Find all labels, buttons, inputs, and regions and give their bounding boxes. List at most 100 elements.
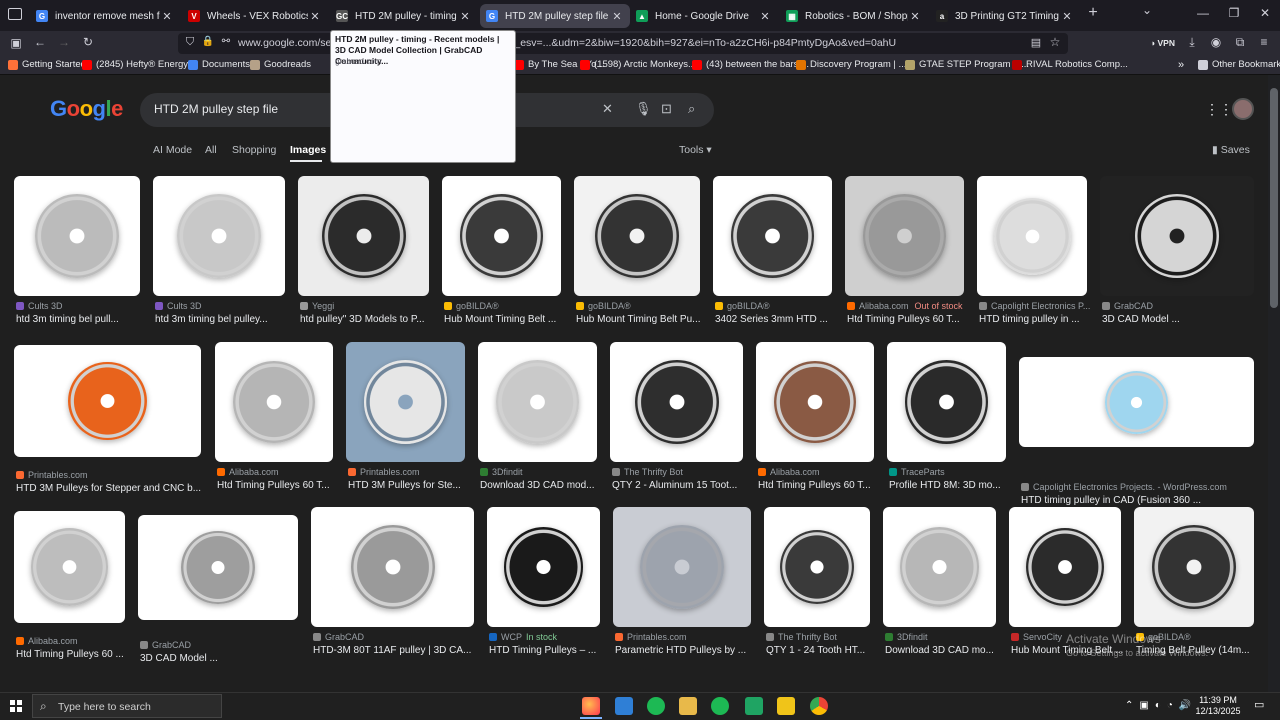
vscode-icon[interactable] [615,697,633,715]
result-source[interactable]: GrabCAD [1102,301,1153,311]
result-source[interactable]: GrabCAD [140,640,191,650]
tab-close-icon[interactable]: ✕ [908,10,922,23]
google-logo[interactable]: Google [50,96,123,122]
result-caption[interactable]: Htd Timing Pulleys 60 T... [847,314,970,325]
tab-all[interactable]: All [205,144,217,156]
avatar[interactable] [1232,98,1254,120]
image-result-12[interactable] [478,342,597,462]
result-caption[interactable]: 3D CAD Model ... [140,653,304,664]
menu-icon[interactable]: ≡ [1256,35,1272,49]
search-input[interactable]: HTD 2M pulley step file [154,102,278,116]
image-result-3[interactable] [442,176,561,296]
tab-close-icon[interactable]: ✕ [458,10,472,23]
clear-search-icon[interactable]: ✕ [602,101,613,117]
result-caption[interactable]: Parametric HTD Pulleys by ... [615,645,757,656]
result-caption[interactable]: htd 3m timing bel pull... [16,314,146,325]
result-source[interactable]: Cults 3D [16,301,63,311]
file-explorer-icon[interactable] [679,697,697,715]
taskbar-clock[interactable]: 11:39 PM 12/13/2025 [1190,695,1246,717]
result-caption[interactable]: HTD 3M Pulleys for Stepper and CNC b... [16,483,207,494]
bookmark-7[interactable]: Discovery Program | ... [796,59,906,70]
minimize-icon[interactable]: — [1193,6,1213,20]
image-result-4[interactable] [574,176,700,296]
bookmark-3[interactable]: Goodreads [250,59,311,70]
shield-icon[interactable]: ⛉ [182,36,198,49]
tab-overview-icon[interactable] [8,8,22,20]
result-caption[interactable]: QTY 2 - Aluminum 15 Toot... [612,480,749,491]
permissions-icon[interactable]: ⚯ [218,36,234,47]
scrollbar-thumb[interactable] [1270,88,1278,308]
result-caption[interactable]: Htd Timing Pulleys 60 ... [16,649,131,660]
image-result-2[interactable] [298,176,429,296]
vpn-button[interactable]: ◑ VPN [1150,38,1175,48]
image-result-24[interactable] [1009,507,1121,627]
result-source[interactable]: WCP In stock [489,632,557,642]
bookmark-star-icon[interactable]: ☆ [1047,35,1063,49]
result-source[interactable]: Yeggi [300,301,334,311]
sheets-icon[interactable] [745,697,763,715]
result-source[interactable]: Printables.com [615,632,687,642]
image-result-13[interactable] [610,342,743,462]
result-caption[interactable]: HTD Timing Pulleys – ... [489,645,606,656]
result-caption[interactable]: HTD-3M 80T 11AF pulley | 3D CA... [313,645,480,656]
reload-icon[interactable]: ↻ [80,35,96,49]
bookmark-5[interactable]: (1598) Arctic Monkeys... [580,59,696,70]
result-source[interactable]: GrabCAD [313,632,364,642]
sticky-notes-icon[interactable] [777,697,795,715]
result-caption[interactable]: Profile HTD 8M: 3D mo... [889,480,1012,491]
result-source[interactable]: goBILDA® [715,301,770,311]
start-icon[interactable] [10,700,22,712]
image-result-21[interactable] [613,507,751,627]
result-caption[interactable]: Htd Timing Pulleys 60 T... [217,480,339,491]
image-result-25[interactable] [1134,507,1254,627]
image-result-6[interactable] [845,176,964,296]
tab-6[interactable]: a 3D Printing GT2 Timing Belt, Ze✕ [930,4,1080,28]
tab-close-icon[interactable]: ✕ [610,10,624,23]
image-result-17[interactable] [14,511,125,623]
result-source[interactable]: Capolight Electronics P... [979,301,1090,311]
downloads-icon[interactable]: ⤓ [1184,35,1200,50]
bookmark-6[interactable]: (43) between the bars ... [692,59,809,70]
lock-icon[interactable]: 🔒 [200,36,216,47]
tools-button[interactable]: Tools ▾ [679,144,712,156]
close-window-icon[interactable]: ✕ [1255,6,1275,20]
result-caption[interactable]: 3D CAD Model ... [1102,314,1260,325]
result-source[interactable]: The Thrifty Bot [766,632,837,642]
saves-button[interactable]: ▮ Saves [1212,144,1250,156]
apps-grid-icon[interactable]: ⋮⋮ [1205,101,1233,118]
image-result-20[interactable] [487,507,600,627]
tab-list-icon[interactable]: ⌄ [1137,3,1157,17]
image-result-9[interactable] [14,345,201,457]
result-caption[interactable]: Hub Mount Timing Belt Pu... [576,314,706,325]
tab-close-icon[interactable]: ✕ [160,10,174,23]
chrome-icon[interactable] [810,697,828,715]
image-result-15[interactable] [887,342,1006,462]
tab-5[interactable]: ▦ Robotics - BOM / Shopping - G✕ [780,4,928,28]
tab-ai-mode[interactable]: AI Mode [153,144,192,156]
image-result-23[interactable] [883,507,996,627]
result-caption[interactable]: Htd Timing Pulleys 60 T... [758,480,880,491]
result-source[interactable]: Printables.com [16,470,88,480]
other-bookmarks[interactable]: Other Bookmarks [1198,59,1280,70]
bookmarks-overflow-icon[interactable]: » [1178,59,1184,71]
image-search-icon[interactable]: ⊡ [661,101,672,117]
taskbar-search-input[interactable]: Type here to search [58,701,151,713]
reader-view-icon[interactable]: ▤ [1028,36,1044,49]
extensions-icon[interactable]: ⧉ [1232,35,1248,50]
notifications-icon[interactable]: ▭ [1254,698,1264,711]
result-caption[interactable]: Download 3D CAD mod... [480,480,603,491]
result-source[interactable]: Printables.com [348,467,420,477]
bookmark-0[interactable]: Getting Started [8,59,86,70]
bookmark-9[interactable]: RIVAL Robotics Comp... [1012,59,1128,70]
image-result-5[interactable] [713,176,832,296]
bookmark-1[interactable]: (2845) Hefty® Energy... [82,59,195,70]
result-source[interactable]: goBILDA® [444,301,499,311]
result-caption[interactable]: Hub Mount Timing Belt ... [444,314,567,325]
tab-4[interactable]: ▲ Home - Google Drive ✕ [630,4,778,28]
image-result-10[interactable] [215,342,333,462]
tab-1[interactable]: V Wheels - VEX Robotics ✕ [182,4,328,28]
result-source[interactable]: Alibaba.com [16,636,78,646]
image-result-8[interactable] [1100,176,1254,296]
image-result-0[interactable] [14,176,140,296]
result-caption[interactable]: HTD timing pulley in ... [979,314,1093,325]
